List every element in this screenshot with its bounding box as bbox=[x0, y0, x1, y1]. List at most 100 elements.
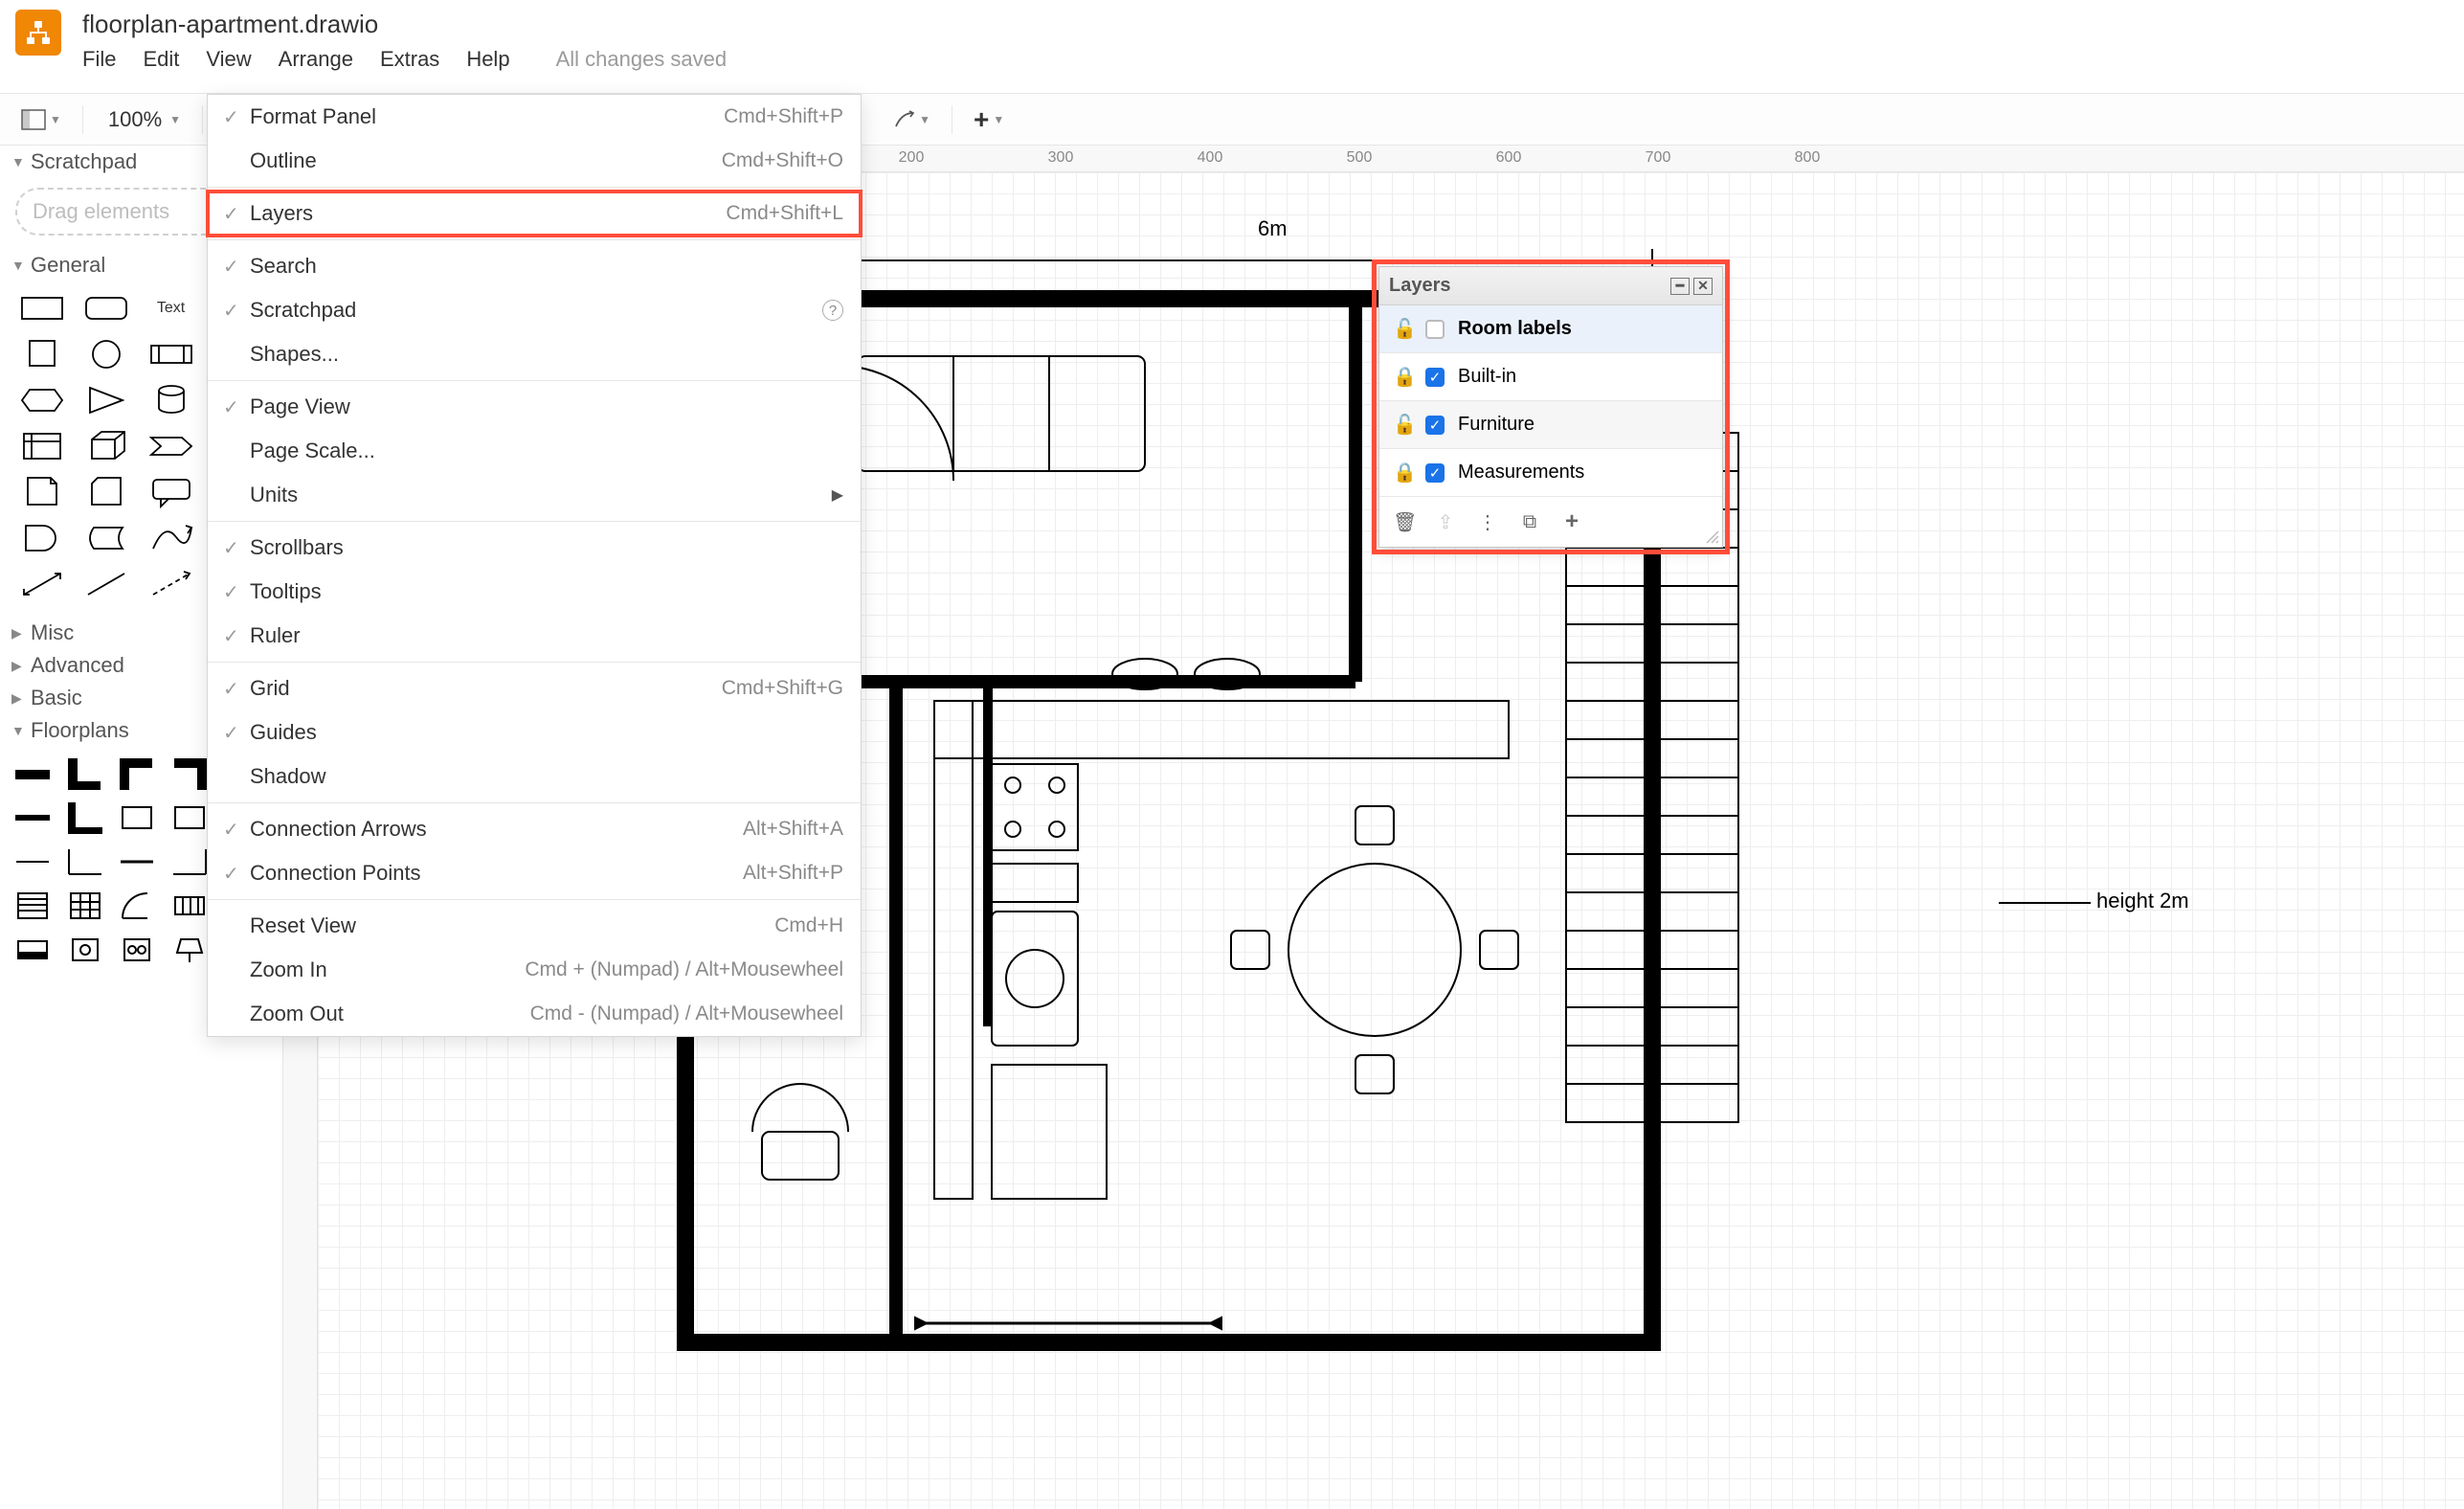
layer-visibility-checkbox[interactable]: ✓ bbox=[1425, 416, 1445, 435]
fp-wall-thin[interactable] bbox=[13, 800, 52, 835]
layer-visibility-checkbox[interactable]: ✓ bbox=[1425, 463, 1445, 483]
shape-cube[interactable] bbox=[81, 427, 131, 465]
menu-edit[interactable]: Edit bbox=[143, 47, 179, 72]
view-menu-item[interactable]: Shapes... bbox=[208, 332, 861, 376]
menu-arrange[interactable]: Arrange bbox=[279, 47, 353, 72]
add-layer-icon[interactable]: + bbox=[1561, 508, 1582, 535]
shape-dashed[interactable] bbox=[146, 565, 196, 603]
shape-data-storage[interactable] bbox=[81, 519, 131, 557]
view-menu-item[interactable]: Shadow bbox=[208, 754, 861, 799]
fp-wall-corner-1[interactable] bbox=[66, 756, 104, 791]
layer-visibility-checkbox[interactable] bbox=[1425, 320, 1445, 339]
shape-note[interactable] bbox=[17, 473, 67, 511]
duplicate-layer-icon[interactable]: ⧉ bbox=[1519, 511, 1540, 533]
fp-rect-1[interactable] bbox=[118, 800, 156, 835]
view-menu-item[interactable]: ✓Format PanelCmd+Shift+P bbox=[208, 95, 861, 139]
fp-wall-corner-4[interactable] bbox=[66, 800, 104, 835]
fp-shape-4[interactable] bbox=[118, 933, 156, 967]
menu-file[interactable]: File bbox=[82, 47, 116, 72]
menu-item-label: Ruler bbox=[250, 623, 843, 648]
fp-wall-corner-2[interactable] bbox=[118, 756, 156, 791]
layers-panel[interactable]: Layers ━ ✕ 🔓Room labels🔒✓Built-in🔓✓Furni… bbox=[1378, 266, 1723, 548]
fp-shape-3[interactable] bbox=[66, 933, 104, 967]
fp-rect-2[interactable] bbox=[170, 800, 209, 835]
fp-line-1[interactable] bbox=[13, 845, 52, 879]
document-title[interactable]: floorplan-apartment.drawio bbox=[82, 10, 727, 39]
view-menu-item[interactable]: Zoom InCmd + (Numpad) / Alt+Mousewheel bbox=[208, 948, 861, 992]
menu-view[interactable]: View bbox=[206, 47, 251, 72]
view-menu-item[interactable]: ✓Connection ArrowsAlt+Shift+A bbox=[208, 807, 861, 851]
insert-button[interactable]: + ▼ bbox=[968, 101, 1010, 139]
view-menu-item[interactable]: ✓Ruler bbox=[208, 614, 861, 658]
fp-lamp[interactable] bbox=[170, 933, 209, 967]
layer-row[interactable]: 🔓✓Furniture bbox=[1379, 401, 1722, 449]
view-menu-item[interactable]: Units▶ bbox=[208, 473, 861, 517]
shape-square[interactable] bbox=[17, 335, 67, 373]
layer-row[interactable]: 🔓Room labels bbox=[1379, 305, 1722, 353]
view-menu-item[interactable]: Zoom OutCmd - (Numpad) / Alt+Mousewheel bbox=[208, 992, 861, 1036]
view-menu-item[interactable]: Page Scale... bbox=[208, 429, 861, 473]
fp-stairs[interactable] bbox=[13, 889, 52, 923]
shape-process[interactable] bbox=[146, 335, 196, 373]
delete-layer-icon[interactable]: 🗑 bbox=[1393, 510, 1414, 534]
zoom-selector[interactable]: 100% ▼ bbox=[99, 103, 187, 136]
layer-visibility-checkbox[interactable]: ✓ bbox=[1425, 368, 1445, 387]
fp-shape-2[interactable] bbox=[13, 933, 52, 967]
view-menu-item[interactable]: ✓Tooltips bbox=[208, 570, 861, 614]
unlock-icon[interactable]: 🔓 bbox=[1393, 317, 1412, 341]
menu-extras[interactable]: Extras bbox=[380, 47, 439, 72]
lock-icon[interactable]: 🔒 bbox=[1393, 461, 1412, 484]
shape-cylinder[interactable] bbox=[146, 381, 196, 419]
shape-hexagon[interactable] bbox=[17, 381, 67, 419]
check-icon: ✓ bbox=[223, 395, 250, 419]
app-logo[interactable] bbox=[15, 10, 61, 56]
view-menu-item[interactable]: ✓Page View bbox=[208, 385, 861, 429]
view-mode-button[interactable]: ▼ bbox=[15, 105, 67, 134]
fp-wall-corner-3[interactable] bbox=[170, 756, 209, 791]
fp-angle-2[interactable] bbox=[170, 845, 209, 879]
view-menu-item[interactable]: ✓GridCmd+Shift+G bbox=[208, 666, 861, 710]
resize-handle-icon[interactable] bbox=[1705, 529, 1720, 545]
close-icon[interactable]: ✕ bbox=[1693, 278, 1713, 295]
fp-grid-2[interactable] bbox=[170, 889, 209, 923]
shape-rounded-rectangle[interactable] bbox=[81, 289, 131, 327]
shape-triangle[interactable] bbox=[81, 381, 131, 419]
view-menu-item[interactable]: ✓Search bbox=[208, 244, 861, 288]
help-icon[interactable]: ? bbox=[822, 300, 843, 321]
fp-line-2[interactable] bbox=[118, 845, 156, 879]
view-menu-item[interactable]: ✓Guides bbox=[208, 710, 861, 754]
shape-card[interactable] bbox=[81, 473, 131, 511]
shape-circle[interactable] bbox=[81, 335, 131, 373]
layer-row[interactable]: 🔒✓Built-in bbox=[1379, 353, 1722, 401]
layer-row[interactable]: 🔒✓Measurements bbox=[1379, 449, 1722, 497]
view-menu-item[interactable]: OutlineCmd+Shift+O bbox=[208, 139, 861, 183]
shape-internal-storage[interactable] bbox=[17, 427, 67, 465]
check-icon: ✓ bbox=[223, 677, 250, 701]
view-menu-item[interactable]: ✓LayersCmd+Shift+L bbox=[208, 191, 861, 236]
minimize-icon[interactable]: ━ bbox=[1670, 278, 1690, 295]
shape-curve[interactable] bbox=[146, 519, 196, 557]
unlock-icon[interactable]: 🔓 bbox=[1393, 413, 1412, 437]
layers-panel-titlebar[interactable]: Layers ━ ✕ bbox=[1379, 267, 1722, 305]
shape-rectangle[interactable] bbox=[17, 289, 67, 327]
shape-bidir-arrow[interactable] bbox=[17, 565, 67, 603]
layer-menu-icon[interactable]: ⋮ bbox=[1477, 510, 1498, 534]
shape-line[interactable] bbox=[81, 565, 131, 603]
waypoint-button[interactable]: ▼ bbox=[888, 105, 936, 134]
fp-wall-1[interactable] bbox=[13, 756, 52, 791]
shape-and[interactable] bbox=[17, 519, 67, 557]
view-menu-item[interactable]: ✓Scrollbars bbox=[208, 526, 861, 570]
fp-grid-1[interactable] bbox=[66, 889, 104, 923]
view-menu-item[interactable]: ✓Scratchpad? bbox=[208, 288, 861, 332]
fp-door[interactable] bbox=[118, 889, 156, 923]
view-menu-item[interactable]: Reset ViewCmd+H bbox=[208, 904, 861, 948]
view-menu-item[interactable]: ✓Connection PointsAlt+Shift+P bbox=[208, 851, 861, 895]
layers-panel-title: Layers bbox=[1389, 275, 1451, 297]
shape-callout[interactable] bbox=[146, 473, 196, 511]
shape-step[interactable] bbox=[146, 427, 196, 465]
shape-text[interactable]: Text bbox=[146, 289, 196, 327]
lock-icon[interactable]: 🔒 bbox=[1393, 365, 1412, 389]
menu-help[interactable]: Help bbox=[466, 47, 509, 72]
fp-angle-1[interactable] bbox=[66, 845, 104, 879]
move-layer-icon[interactable]: ⇪ bbox=[1435, 510, 1456, 534]
